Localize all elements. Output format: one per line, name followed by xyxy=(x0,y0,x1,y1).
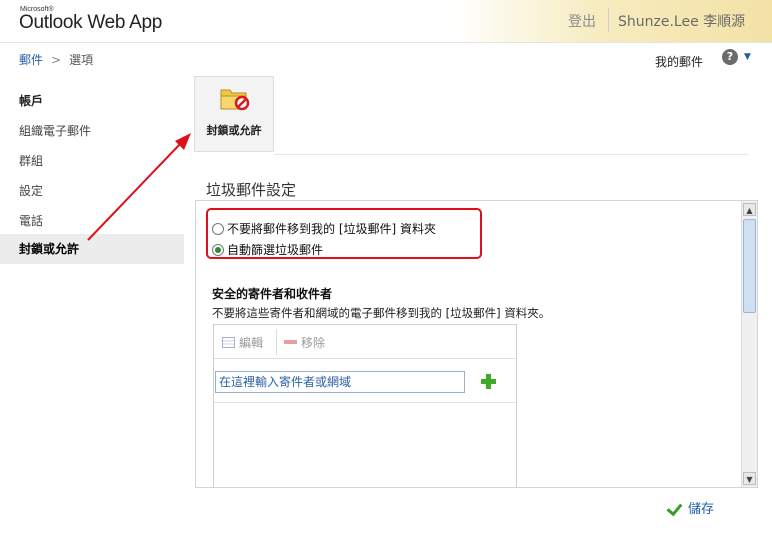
scroll-down-icon[interactable]: ▼ xyxy=(743,472,756,485)
user-name[interactable]: Shunze.Lee 李順源 xyxy=(618,11,745,31)
sidebar-item-groups[interactable]: 群組 xyxy=(0,146,184,176)
sidebar-item-organize-email[interactable]: 組織電子郵件 xyxy=(0,116,184,146)
chevron-down-icon[interactable]: ▼ xyxy=(744,52,751,62)
breadcrumb-current: 選項 xyxy=(69,53,94,67)
toolbar-divider xyxy=(274,154,748,155)
sidebar-item-settings[interactable]: 設定 xyxy=(0,176,184,206)
blocked-folder-icon xyxy=(220,89,250,111)
annotation-highlight-box xyxy=(206,208,482,259)
block-allow-button[interactable]: 封鎖或允許 xyxy=(194,76,274,152)
breadcrumb-separator: > xyxy=(51,53,62,67)
remove-icon xyxy=(284,340,297,344)
vertical-scrollbar[interactable]: ▲ ▼ xyxy=(741,201,757,487)
list-divider xyxy=(214,402,516,403)
app-logo[interactable]: Outlook Web App xyxy=(19,12,162,34)
save-button[interactable]: 儲存 xyxy=(668,498,714,517)
header-border xyxy=(0,42,772,43)
help-icon[interactable]: ? xyxy=(722,49,738,65)
list-toolbar: 編輯 移除 xyxy=(214,325,516,359)
edit-label: 編輯 xyxy=(239,336,264,350)
sidebar-item-account[interactable]: 帳戶 xyxy=(0,86,184,116)
safe-senders-title: 安全的寄件者和收件者 xyxy=(212,287,333,301)
remove-label: 移除 xyxy=(301,336,326,350)
scroll-up-icon[interactable]: ▲ xyxy=(743,203,756,216)
add-icon[interactable] xyxy=(480,373,496,389)
header-divider xyxy=(608,8,609,32)
sidebar-item-phone[interactable]: 電話 xyxy=(0,206,184,236)
app-header: Microsoft® Outlook Web App 登出 Shunze.Lee… xyxy=(0,0,772,42)
block-allow-label: 封鎖或允許 xyxy=(206,124,262,137)
edit-button[interactable]: 編輯 xyxy=(222,334,263,351)
remove-button[interactable]: 移除 xyxy=(284,334,325,351)
toolbar-separator xyxy=(276,329,277,355)
junk-settings-title: 垃圾郵件設定 xyxy=(206,181,297,199)
edit-icon xyxy=(222,337,235,348)
checkmark-icon xyxy=(668,501,684,515)
scroll-thumb[interactable] xyxy=(743,219,756,313)
safe-senders-description: 不要將這些寄件者和網域的電子郵件移到我的 [垃圾郵件] 資料夾。 xyxy=(212,306,551,320)
sender-domain-input[interactable]: 在這裡輸入寄件者或網域 xyxy=(215,371,465,393)
sidebar-item-block-allow[interactable]: 封鎖或允許 xyxy=(0,234,184,264)
breadcrumb: 郵件 > 選項 xyxy=(19,51,93,68)
save-label: 儲存 xyxy=(688,502,715,517)
signout-link[interactable]: 登出 xyxy=(568,11,596,31)
breadcrumb-mail-link[interactable]: 郵件 xyxy=(19,53,43,67)
my-mail-link[interactable]: 我的郵件 xyxy=(655,53,703,70)
safe-senders-list: 編輯 移除 在這裡輸入寄件者或網域 xyxy=(213,324,517,487)
